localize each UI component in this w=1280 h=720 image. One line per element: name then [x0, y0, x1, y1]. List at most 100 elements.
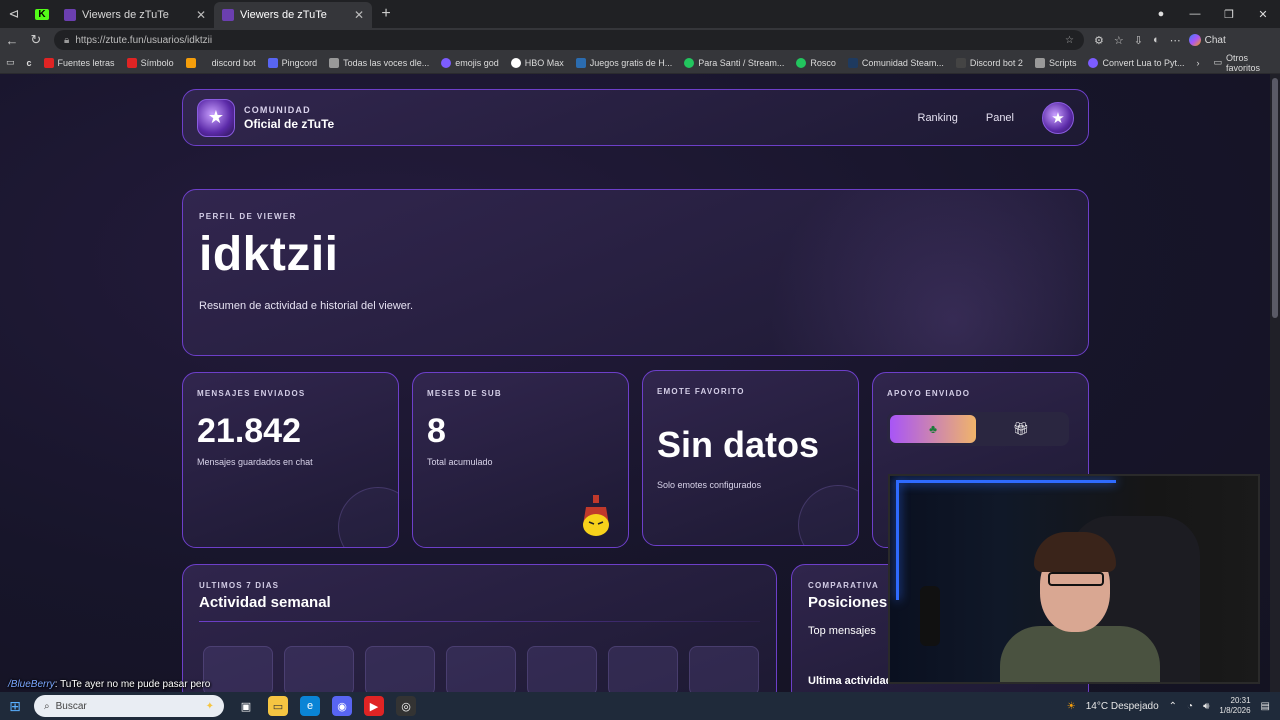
obs-icon[interactable]: ◎ [396, 696, 416, 716]
bookmark-item[interactable]: discord bot [212, 58, 256, 68]
stat-desc: Mensajes guardados en chat [197, 457, 313, 467]
subs-option[interactable]: ♣ [890, 415, 976, 443]
clover-icon: ♣ [929, 422, 937, 436]
chevron-right-icon[interactable]: › [1197, 58, 1200, 68]
download-icon[interactable]: ⇩ [1134, 34, 1143, 47]
new-tab-icon[interactable]: + [372, 5, 400, 23]
bookmark-item[interactable]: Discord bot 2 [955, 57, 1023, 68]
bookmark-item[interactable]: emojis god [441, 57, 499, 68]
search-placeholder: Buscar [55, 700, 87, 712]
nav-ranking-link[interactable]: Ranking [918, 112, 958, 124]
close-tab-icon[interactable]: ✕ [196, 8, 206, 22]
bookmark-item[interactable]: Comunidad Steam... [847, 57, 944, 68]
bookmark-label: Comunidad Steam... [861, 57, 944, 68]
stat-kicker: MESES DE SUB [427, 389, 502, 398]
bookmark-item[interactable] [185, 57, 200, 68]
bookmark-label: Rosco [810, 57, 836, 68]
day-cell [446, 646, 516, 692]
taskbar-search[interactable]: ⌕ Buscar ✦ [34, 695, 224, 717]
bookmark-label: Todas las voces dle... [343, 57, 430, 68]
bookmark-favicon-icon [575, 57, 586, 68]
profile-hero: PERFIL DE VIEWER idktzii Resumen de acti… [182, 189, 1089, 356]
notifications-icon[interactable]: ▤ [1261, 701, 1270, 712]
favorite-star-icon[interactable]: ☆ [1065, 35, 1074, 46]
tab-actions-icon[interactable]: ⊲ [0, 0, 28, 28]
file-explorer-icon[interactable]: ▭ [268, 696, 288, 716]
weather-text[interactable]: 14°C Despejado [1086, 701, 1159, 712]
network-icon[interactable]: ◔ [1187, 701, 1193, 712]
minimize-icon[interactable]: — [1178, 8, 1212, 21]
bookmark-item[interactable]: Convert Lua to Pyt... [1088, 57, 1185, 68]
copilot-chat-button[interactable]: Chat [1188, 34, 1226, 46]
kick-tab-icon[interactable]: K [28, 0, 56, 28]
bookmark-favicon-icon [1088, 57, 1099, 68]
clock-time: 20:31 [1230, 696, 1251, 705]
mascot-icon [583, 495, 609, 536]
edge-icon[interactable]: e [300, 696, 320, 716]
day-cell [203, 646, 273, 692]
sparkle-icon: ✦ [205, 700, 214, 712]
chat-username: /BlueBerry [8, 679, 55, 690]
bookmark-item[interactable]: Para Santi / Stream... [684, 57, 784, 68]
more-icon[interactable]: ⋯ [1170, 34, 1181, 47]
last-activity-label: Ultima actividad [808, 675, 893, 687]
bookmark-favicon-icon [43, 57, 54, 68]
bookmark-icon-0[interactable]: ▭ [6, 57, 15, 68]
bookmarks-bar: ▭ c Fuentes letras Símbolo discord bot P… [0, 52, 1280, 74]
site-favicon-icon [64, 9, 76, 21]
hero-subtitle: Resumen de actividad e historial del vie… [199, 300, 414, 312]
community-logo[interactable]: ★ [197, 98, 235, 137]
profile-icon[interactable]: ● [1144, 8, 1178, 21]
bookmark-item[interactable]: Fuentes letras [43, 57, 115, 68]
nav-panel-link[interactable]: Panel [986, 112, 1014, 124]
bookmark-item[interactable]: Símbolo [126, 57, 174, 68]
microphone [920, 586, 940, 646]
page-scrollbar[interactable] [1270, 74, 1280, 692]
bookmark-favicon-icon [847, 57, 858, 68]
bookmark-favicon-icon [126, 57, 137, 68]
bookmark-item[interactable]: Scripts [1034, 57, 1076, 68]
bookmark-c-icon[interactable]: c [27, 58, 32, 68]
back-icon[interactable]: ← [0, 33, 24, 48]
chevron-up-icon[interactable]: ⌃ [1169, 701, 1177, 712]
url-text: https://ztute.fun/usuarios/idktzii [75, 34, 213, 46]
bookmark-item[interactable]: Juegos gratis de H... [575, 57, 672, 68]
bookmark-item[interactable]: Todas las voces dle... [329, 57, 430, 68]
stream-chat-message: /BlueBerry: TuTe ayer no me pude pasar p… [8, 679, 210, 690]
clock-date: 1/8/2026 [1219, 706, 1251, 715]
bookmark-item[interactable]: Pingcord [267, 57, 317, 68]
scrollbar-thumb[interactable] [1272, 78, 1278, 318]
gift-option[interactable]: 🎁︎ [976, 421, 1066, 437]
hero-kicker: PERFIL DE VIEWER [199, 212, 297, 221]
windows-start-icon[interactable]: ⊞ [0, 698, 30, 715]
day-cell [284, 646, 354, 692]
task-view-icon[interactable]: ▣ [236, 696, 256, 716]
clock[interactable]: 20:31 1/8/2026 [1219, 696, 1250, 716]
media-player-icon[interactable]: ▶ [364, 696, 384, 716]
gift-icon: 🎁︎ [1012, 421, 1030, 436]
support-toggle: ♣ 🎁︎ [887, 412, 1069, 446]
close-tab-icon[interactable]: ✕ [354, 8, 364, 22]
other-bookmarks[interactable]: › ▭ Otros favoritos [1197, 53, 1271, 73]
tab-viewers-1[interactable]: Viewers de zTuTe ✕ [56, 2, 214, 28]
tab-title: Viewers de zTuTe [240, 9, 327, 21]
bookmark-favicon-icon [185, 57, 196, 68]
url-input[interactable]: 🔒︎ https://ztute.fun/usuarios/idktzii ☆ [54, 30, 1084, 50]
chat-text: : TuTe ayer no me pude pasar pero [54, 679, 211, 690]
bookmark-item[interactable]: Rosco [796, 57, 836, 68]
tab-viewers-2[interactable]: Viewers de zTuTe ✕ [214, 2, 372, 28]
day-cell [689, 646, 759, 692]
discord-icon[interactable]: ◉ [332, 696, 352, 716]
bookmark-label: Fuentes letras [57, 57, 115, 68]
close-window-icon[interactable]: ✕ [1246, 8, 1280, 21]
user-avatar[interactable]: ★ [1042, 101, 1074, 134]
extensions-icon[interactable]: ⚙ [1094, 34, 1104, 47]
reload-icon[interactable]: ↻ [24, 32, 48, 48]
bookmark-label: Convert Lua to Pyt... [1102, 57, 1185, 68]
address-bar: ← ↻ 🔒︎ https://ztute.fun/usuarios/idktzi… [0, 28, 1280, 52]
restore-icon[interactable]: ❐ [1212, 8, 1246, 21]
account-icon[interactable]: ◐ [1153, 34, 1160, 47]
volume-icon[interactable]: 🔊︎ [1203, 701, 1209, 712]
bookmark-item[interactable]: HBO Max [510, 57, 564, 68]
favorites-icon[interactable]: ☆ [1114, 34, 1124, 47]
